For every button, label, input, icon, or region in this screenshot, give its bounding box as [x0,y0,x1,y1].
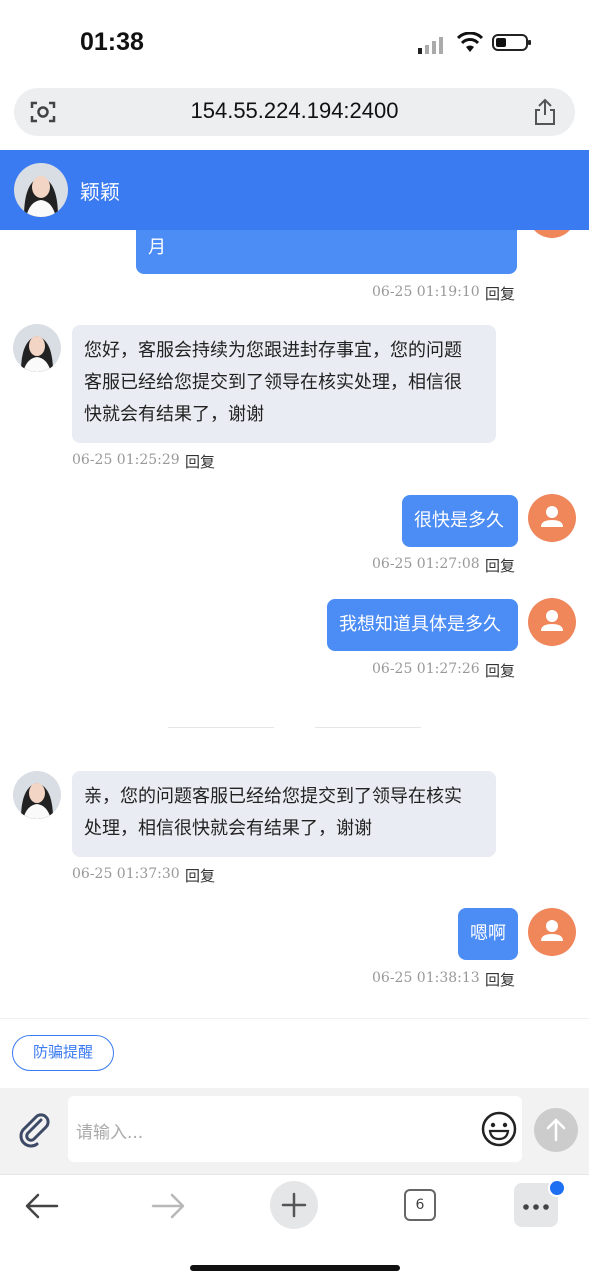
arrow-up-icon [546,1118,566,1142]
new-tab-button[interactable] [270,1181,318,1229]
message-bubble-outgoing: 很快是多久 [402,495,518,547]
message-text-line: 客服已经给您提交到了领导在核实处理，相信很 [84,372,462,393]
home-indicator[interactable] [190,1265,400,1271]
share-icon[interactable] [533,98,557,126]
signal-icon [418,37,443,54]
back-arrow-icon[interactable] [24,1191,60,1221]
reply-link[interactable]: 回复 [185,451,215,472]
browser-toolbar: 6 [0,1174,589,1281]
url-text[interactable]: 154.55.224.194:2400 [14,98,575,124]
quick-actions-bar: 防骗提醒 [0,1018,589,1089]
message-input[interactable]: 请输入... [68,1096,522,1162]
user-avatar [528,230,576,238]
status-time: 01:38 [80,28,144,56]
forward-arrow-icon[interactable] [150,1191,186,1221]
reply-link[interactable]: 回复 [185,865,215,886]
message-bubble-incoming: 您好，客服会持续为您跟进封存事宜，您的问题 客服已经给您提交到了领导在核实处理，… [72,325,496,443]
agent-avatar [13,324,61,372]
message-bubble-outgoing: 月 [136,230,517,274]
attachment-icon[interactable] [14,1108,54,1148]
divider-line [315,727,421,728]
battery-icon [492,34,531,51]
user-icon [541,610,563,631]
message-timestamp: 06-25 01:27:26 [372,661,480,677]
tab-switcher-button[interactable]: 6 [404,1189,436,1221]
status-bar: 01:38 [0,0,589,82]
message-bubble-incoming: 亲，您的问题客服已经给您提交到了领导在核实 处理，相信很快就会有结果了，谢谢 [72,771,496,857]
message-timestamp: 06-25 01:38:13 [372,970,480,986]
emoji-icon[interactable] [480,1110,518,1148]
notification-dot [548,1179,566,1197]
anti-fraud-reminder-button[interactable]: 防骗提醒 [12,1035,114,1071]
message-timestamp: 06-25 01:27:08 [372,556,480,572]
user-icon [541,920,563,941]
chat-header: 颖颖 [0,150,589,230]
message-composer: 请输入... [0,1088,589,1174]
message-timestamp: 06-25 01:25:29 [72,452,180,468]
message-text: 月 [148,237,166,258]
user-icon [541,506,563,527]
message-text-line: 亲，您的问题客服已经给您提交到了领导在核实 [84,786,462,807]
user-avatar [528,598,576,646]
divider-line [168,727,274,728]
wifi-icon [457,32,483,52]
reply-link[interactable]: 回复 [485,660,515,681]
message-text-line: 您好，客服会持续为您跟进封存事宜，您的问题 [84,340,462,361]
plus-icon [281,1192,307,1218]
message-text: 嗯啊 [470,923,506,944]
agent-avatar[interactable] [14,163,68,217]
reply-link[interactable]: 回复 [485,283,515,304]
address-bar[interactable]: 154.55.224.194:2400 [14,88,575,136]
send-button[interactable] [534,1108,578,1152]
message-text: 我想知道具体是多久 [339,614,501,635]
message-timestamp: 06-25 01:37:30 [72,866,180,882]
message-bubble-outgoing: 嗯啊 [458,908,518,960]
message-text-line: 快就会有结果了，谢谢 [84,404,264,425]
message-text-line: 处理，相信很快就会有结果了，谢谢 [84,818,372,839]
message-bubble-outgoing: 我想知道具体是多久 [327,599,518,651]
user-avatar [528,908,576,956]
message-text: 很快是多久 [414,510,504,531]
chat-message-list[interactable]: 月 06-25 01:19:10 回复 您好，客服会持续为您跟进封存事宜，您的问… [0,230,589,1018]
reply-link[interactable]: 回复 [485,555,515,576]
chat-contact-name: 颖颖 [80,180,120,204]
message-timestamp: 06-25 01:19:10 [372,284,480,300]
input-placeholder: 请输入... [76,1123,144,1143]
reply-link[interactable]: 回复 [485,969,515,990]
agent-avatar [13,771,61,819]
user-avatar [528,494,576,542]
